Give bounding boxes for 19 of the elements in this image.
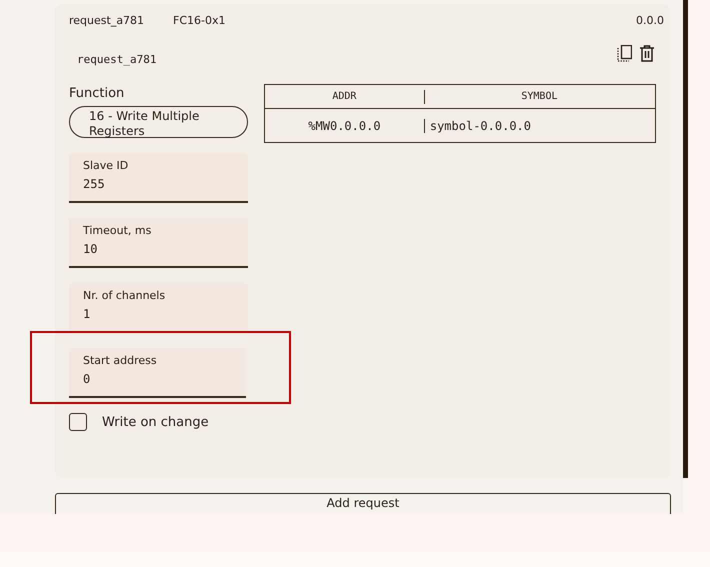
copy-icon[interactable] [617, 45, 632, 62]
function-code: FC16-0x1 [173, 14, 226, 27]
input-field[interactable]: Timeout, ms 10 [69, 218, 248, 268]
request-name: request_a781 [69, 14, 146, 27]
scrollbar[interactable] [683, 0, 688, 478]
request-title: request_a781 [77, 53, 156, 66]
table-cell: symbol-0.0.0.0 [430, 118, 531, 132]
column-header: ADDR [332, 91, 356, 102]
column-header: SYMBOL [521, 91, 558, 102]
checkbox-label: Write on change [102, 414, 209, 430]
checkbox[interactable] [69, 413, 87, 431]
function-label: Function [69, 86, 126, 101]
input-field[interactable]: Nr. of channels 1 [69, 283, 248, 333]
function-select[interactable]: 16 - Write Multiple Registers [69, 106, 248, 138]
input-field[interactable]: Start address 0 [69, 348, 246, 398]
version-label: 0.0.0 [636, 14, 664, 27]
trash-icon[interactable] [640, 45, 654, 62]
input-field[interactable]: Slave ID 255 [69, 153, 248, 203]
table-cell: %MW0.0.0.0 [308, 118, 381, 132]
